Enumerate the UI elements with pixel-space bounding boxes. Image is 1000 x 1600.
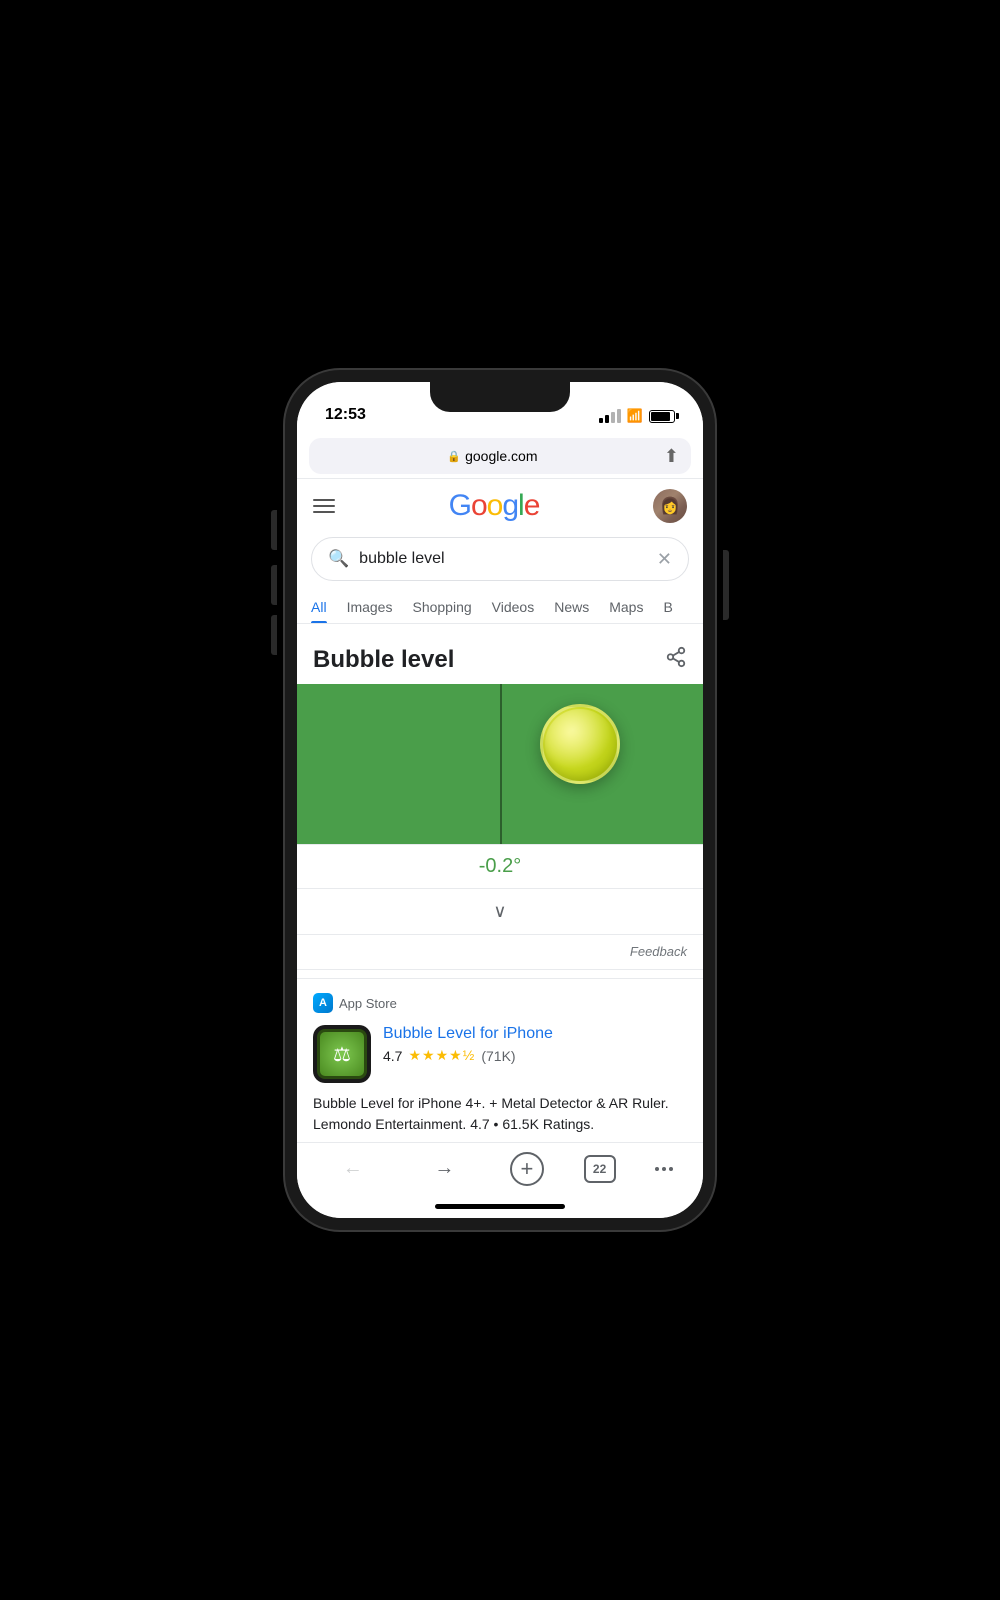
app-details: Bubble Level for iPhone 4.7 ★★★★½ (71K) [383, 1025, 687, 1083]
logo-text: Google [449, 489, 540, 523]
bubble-level-widget: Bubble level -0.2° [297, 632, 703, 970]
search-query: bubble level [359, 550, 647, 568]
url-text: google.com [465, 448, 537, 464]
signal-icon [599, 409, 621, 423]
plus-icon: + [521, 1156, 534, 1182]
more-button[interactable] [655, 1167, 673, 1171]
tab-more[interactable]: B [663, 591, 672, 623]
phone-frame: 12:53 📶 🔒 google.com ⬆ [285, 370, 715, 1230]
content-area: Google 👩 🔍 bubble level ✕ All Images Sho… [297, 479, 703, 1218]
share-button[interactable]: ⬆ [664, 446, 679, 467]
degree-display: -0.2° [297, 844, 703, 889]
widget-share-button[interactable] [665, 646, 687, 674]
status-icons: 📶 [599, 408, 675, 424]
notch [430, 382, 570, 412]
tabs-count-button[interactable]: 22 [584, 1155, 616, 1183]
tab-maps[interactable]: Maps [609, 591, 643, 623]
google-header: Google 👩 [297, 479, 703, 533]
feedback-button[interactable]: Feedback [630, 944, 687, 959]
app-description: Bubble Level for iPhone 4+. + Metal Dete… [313, 1093, 687, 1135]
app-store-card: A App Store ⚖ Bubble Level for iPhone 4.… [297, 978, 703, 1142]
tab-news[interactable]: News [554, 591, 589, 623]
widget-header: Bubble level [297, 632, 703, 684]
search-icon: 🔍 [328, 549, 349, 569]
bubble-glow [545, 709, 615, 779]
app-info-row: ⚖ Bubble Level for iPhone 4.7 ★★★★½ (71K… [313, 1025, 687, 1083]
home-indicator [297, 1194, 703, 1218]
app-store-label: App Store [339, 996, 397, 1011]
degree-value: -0.2° [479, 855, 521, 877]
app-rating-row: 4.7 ★★★★½ (71K) [383, 1047, 687, 1064]
bubble-level-display[interactable] [297, 684, 703, 844]
feedback-row: Feedback [297, 935, 703, 970]
search-tabs: All Images Shopping Videos News Maps B [297, 591, 703, 624]
tab-videos[interactable]: Videos [492, 591, 535, 623]
expand-widget-button[interactable]: ∨ [297, 889, 703, 935]
browser-bar[interactable]: 🔒 google.com ⬆ [309, 438, 691, 474]
new-tab-button[interactable]: + [510, 1152, 544, 1186]
clear-search-button[interactable]: ✕ [657, 549, 672, 570]
widget-title: Bubble level [313, 646, 454, 674]
forward-icon: → [434, 1157, 454, 1180]
scroll-content: Bubble level -0.2° [297, 624, 703, 1142]
wifi-icon: 📶 [627, 408, 643, 424]
search-bar[interactable]: 🔍 bubble level ✕ [311, 537, 689, 581]
app-store-icon: A [313, 993, 333, 1013]
app-name[interactable]: Bubble Level for iPhone [383, 1025, 687, 1043]
forward-button[interactable]: → [418, 1149, 470, 1188]
rating-number: 4.7 [383, 1048, 402, 1064]
status-bar: 12:53 📶 [297, 382, 703, 432]
tab-all[interactable]: All [311, 591, 327, 623]
tabs-count-label: 22 [593, 1162, 606, 1176]
battery-icon [649, 410, 675, 423]
avatar[interactable]: 👩 [653, 489, 687, 523]
menu-button[interactable] [313, 499, 335, 513]
back-button[interactable]: ← [327, 1149, 379, 1188]
app-store-badge: A App Store [313, 993, 687, 1013]
browser-area: 🔒 google.com ⬆ [297, 432, 703, 479]
level-center-line [500, 684, 502, 844]
phone-screen: 12:53 📶 🔒 google.com ⬆ [297, 382, 703, 1218]
tab-images[interactable]: Images [347, 591, 393, 623]
tab-shopping[interactable]: Shopping [412, 591, 471, 623]
more-dot-3 [669, 1167, 673, 1171]
url-bar[interactable]: 🔒 google.com [321, 448, 664, 464]
status-time: 12:53 [325, 406, 366, 424]
back-icon: ← [343, 1157, 363, 1180]
google-logo: Google [449, 489, 540, 523]
more-dot-2 [662, 1167, 666, 1171]
app-icon: ⚖ [313, 1025, 371, 1083]
stars-icon: ★★★★½ [408, 1047, 475, 1064]
chevron-down-icon: ∨ [493, 901, 506, 921]
home-bar [435, 1204, 565, 1209]
lock-icon: 🔒 [447, 450, 461, 463]
more-dot-1 [655, 1167, 659, 1171]
review-count: (71K) [481, 1048, 515, 1064]
bottom-nav: ← → + 22 [297, 1142, 703, 1194]
